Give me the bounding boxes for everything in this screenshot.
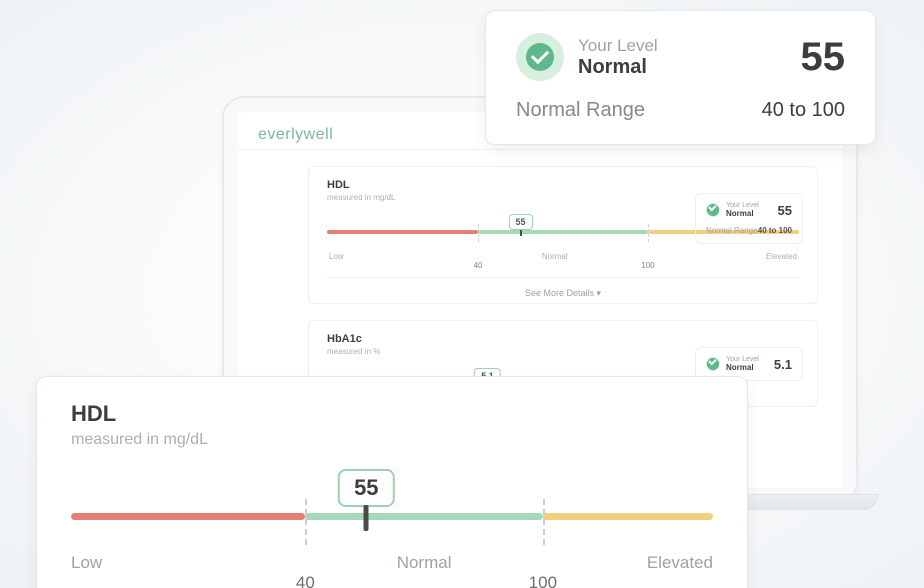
hdl-value-marker xyxy=(364,505,369,531)
hdl-mini-label-elevated: Elevated xyxy=(766,252,797,261)
hba1c-mini-yourlevel: Your Level xyxy=(726,356,774,363)
your-level-label: Your Level xyxy=(578,36,801,56)
hdl-seg-elevated xyxy=(543,513,713,520)
hdl-mini-range-label: Normal Range xyxy=(706,226,758,235)
brand-logo[interactable]: everlywell xyxy=(258,126,333,144)
hba1c-title: HbA1c xyxy=(327,333,799,345)
your-level-status: Normal xyxy=(578,56,801,79)
check-icon xyxy=(706,203,720,217)
hba1c-mini-value: 5.1 xyxy=(774,357,792,372)
hdl-mini-marker xyxy=(520,230,522,236)
hdl-mini-value-badge: 55 xyxy=(509,214,533,230)
check-icon xyxy=(516,33,564,81)
hdl-range-bar: 55 xyxy=(71,477,713,553)
hdl-mini-status: Normal xyxy=(726,209,778,218)
hdl-break-40 xyxy=(305,499,307,545)
hdl-mini-tick-40: 40 xyxy=(474,261,483,270)
your-level-card: Your Level Normal 55 Normal Range 40 to … xyxy=(485,10,876,145)
normal-range-label: Normal Range xyxy=(516,99,645,122)
hdl-title: HDL xyxy=(327,179,799,191)
hdl-label-low: Low xyxy=(71,553,305,573)
hdl-break-100 xyxy=(543,499,545,545)
normal-range-value: 40 to 100 xyxy=(762,99,845,122)
hdl-mini-yourlevel: Your Level xyxy=(726,202,778,209)
your-level-value: 55 xyxy=(801,35,846,80)
chevron-down-icon: ▾ xyxy=(594,288,601,298)
hdl-mini-break-40 xyxy=(478,224,479,242)
hdl-mini-label-low: Low xyxy=(329,252,344,261)
hdl-tick-40: 40 xyxy=(296,573,315,588)
hdl-mini-break-100 xyxy=(648,224,649,242)
hdl-mini-seg-normal xyxy=(478,230,648,234)
hdl-detail-title: HDL xyxy=(71,401,713,427)
hdl-label-elevated: Elevated xyxy=(543,553,713,573)
check-icon xyxy=(706,357,720,371)
hdl-mini-value: 55 xyxy=(778,203,792,218)
hba1c-mini-status: Normal xyxy=(726,363,774,372)
hdl-mini-tick-100: 100 xyxy=(641,261,654,270)
hdl-mini-seg-low xyxy=(327,230,478,234)
hdl-value-badge: 55 xyxy=(338,469,394,507)
hdl-result-card: HDL measured in mg/dL 55 Low Normal Elev… xyxy=(308,166,818,304)
hdl-mini-label-normal: Normal xyxy=(542,252,568,261)
hdl-tick-100: 100 xyxy=(529,573,557,588)
see-more-details-button[interactable]: See More Details ▾ xyxy=(327,277,799,299)
hdl-seg-normal xyxy=(305,513,543,520)
hdl-detail-units: measured in mg/dL xyxy=(71,431,713,449)
hdl-mini-level-card: Your Level Normal 55 Normal Range 40 to … xyxy=(695,193,803,244)
hdl-seg-low xyxy=(71,513,305,520)
hdl-mini-range-text: 40 to 100 xyxy=(758,226,792,235)
hdl-label-normal: Normal xyxy=(305,553,543,573)
hdl-detail-card: HDL measured in mg/dL 55 Low Normal Elev… xyxy=(36,376,748,588)
